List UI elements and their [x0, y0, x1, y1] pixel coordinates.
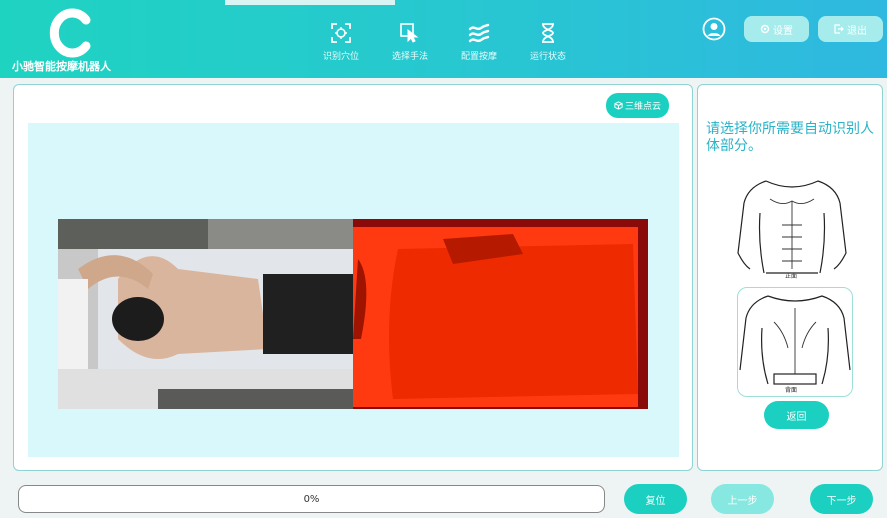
nav-configure-massage[interactable]: 配置按摩 — [444, 22, 514, 62]
logout-label: 退出 — [847, 25, 867, 37]
main-panel: 三维点云 — [13, 84, 693, 471]
body-part-panel: 请选择你所需要自动识别人体部分。 正面 背面 返回 — [697, 84, 883, 471]
nav-label: 选择手法 — [391, 52, 428, 62]
cube-icon — [614, 101, 623, 110]
nav-label: 识别穴位 — [322, 52, 359, 62]
nav-select-technique[interactable]: 选择手法 — [375, 22, 445, 62]
logout-icon — [834, 24, 844, 34]
previous-step-button[interactable]: 上一步 — [711, 484, 774, 514]
body-back-icon — [739, 295, 851, 385]
back-label: 背面 — [784, 387, 797, 394]
nav-run-status[interactable]: 运行状态 — [513, 22, 583, 62]
app-name: 小驰智能按摩机器人 — [12, 60, 111, 73]
header-bar: 小驰智能按摩机器人 识别穴位 选择手法 配置按摩 运行状态 设置 退出 — [0, 0, 887, 78]
scan-icon — [331, 23, 351, 43]
point-cloud-label: 三维点云 — [624, 102, 661, 112]
nav-label: 运行状态 — [529, 52, 566, 62]
gear-icon — [760, 24, 770, 34]
settings-button[interactable]: 设置 — [744, 16, 809, 42]
header-tab-indicator — [225, 0, 395, 5]
settings-label: 设置 — [773, 25, 793, 37]
point-cloud-button[interactable]: 三维点云 — [606, 93, 669, 118]
body-front-icon[interactable] — [736, 173, 848, 281]
hourglass-icon — [542, 23, 554, 43]
hand-pointer-icon — [400, 23, 419, 43]
nav-identify-acupoints[interactable]: 识别穴位 — [306, 22, 376, 62]
progress-text: 0% — [303, 493, 320, 505]
front-label: 正面 — [784, 273, 797, 280]
body-back-option[interactable] — [737, 287, 853, 397]
wave-icon — [468, 23, 490, 43]
selection-prompt: 请选择你所需要自动识别人体部分。 — [706, 121, 874, 154]
logo-icon — [49, 8, 91, 58]
return-button[interactable]: 返回 — [764, 401, 829, 429]
nav-label: 配置按摩 — [460, 52, 497, 62]
logout-button[interactable]: 退出 — [818, 16, 883, 42]
camera-photo — [58, 219, 353, 409]
camera-view-area — [28, 123, 679, 457]
progress-bar: 0% — [18, 485, 605, 513]
user-icon[interactable] — [702, 17, 726, 41]
next-step-button[interactable]: 下一步 — [810, 484, 873, 514]
depth-map — [353, 219, 648, 409]
reset-button[interactable]: 复位 — [624, 484, 687, 514]
